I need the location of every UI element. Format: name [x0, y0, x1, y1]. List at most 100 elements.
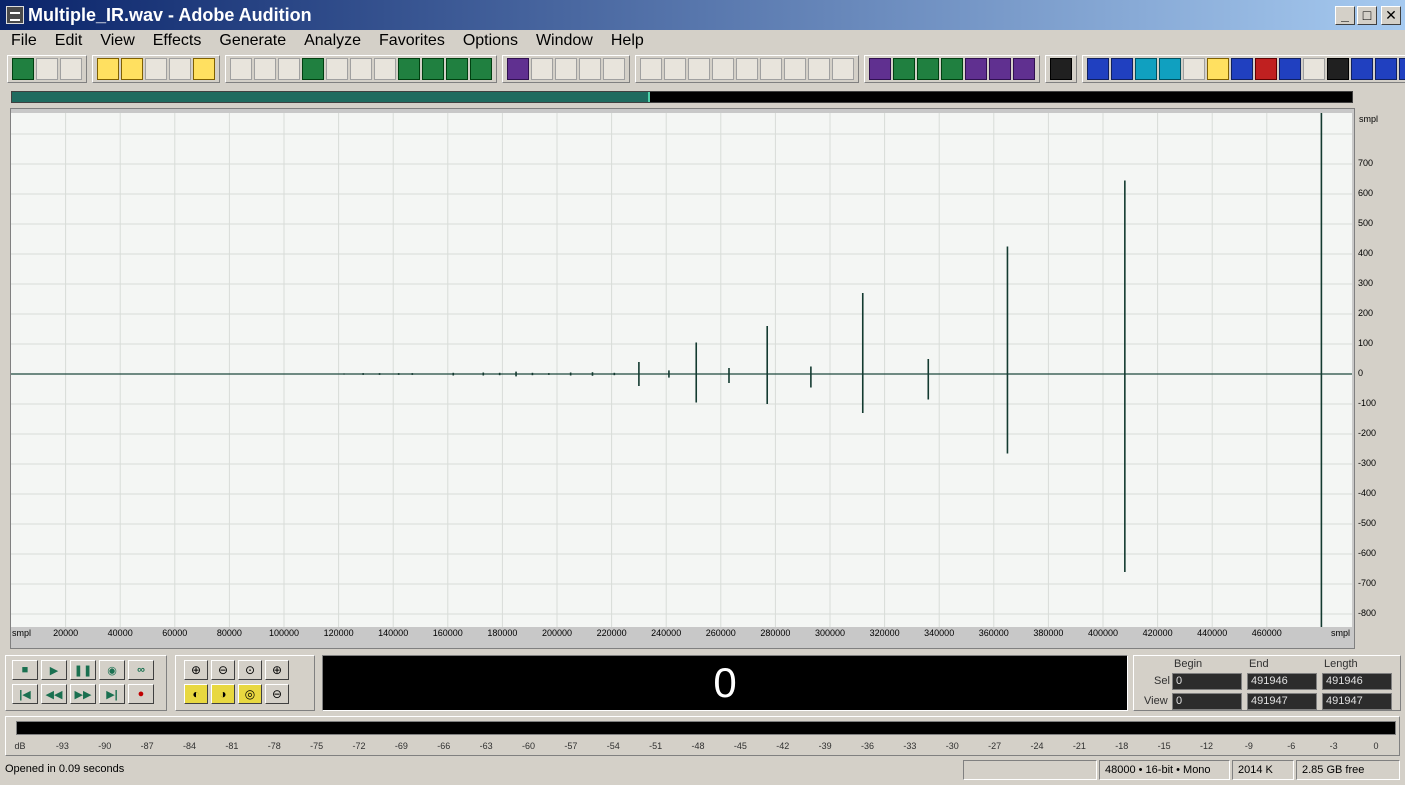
stop-icon[interactable]: ■ — [12, 660, 38, 680]
wave-plugin-icon[interactable] — [941, 58, 963, 80]
filter-icon[interactable] — [1231, 58, 1253, 80]
tool-2-icon[interactable] — [579, 58, 601, 80]
irs-plugin-icon[interactable] — [893, 58, 915, 80]
zoom-in-h-icon[interactable]: ⊕ — [184, 660, 208, 680]
time-tick-label: 120000 — [323, 628, 354, 638]
window-2-icon[interactable] — [664, 58, 686, 80]
pattern-icon[interactable] — [1183, 58, 1205, 80]
zoom-window-icon[interactable] — [736, 58, 758, 80]
loop-play-icon[interactable]: ∞ — [128, 660, 154, 680]
varp-icon[interactable] — [1159, 58, 1181, 80]
play-icon[interactable]: ▶ — [41, 660, 67, 680]
plugin-1-icon[interactable] — [869, 58, 891, 80]
record-icon[interactable]: ● — [128, 684, 154, 704]
time-tick-label: 160000 — [432, 628, 463, 638]
color-window-icon[interactable] — [808, 58, 830, 80]
close-button[interactable]: ✕ — [1381, 6, 1401, 25]
acoustics-icon[interactable] — [1050, 58, 1072, 80]
zoom-full-icon[interactable]: ⊙ — [238, 660, 262, 680]
save-icon[interactable] — [145, 58, 167, 80]
waveform-display[interactable] — [11, 113, 1352, 627]
envelope-icon[interactable] — [507, 58, 529, 80]
zoom-left-icon[interactable]: ◐ — [184, 684, 208, 704]
rewind-icon[interactable]: ◀◀ — [41, 684, 67, 704]
plugin-7-icon[interactable] — [1013, 58, 1035, 80]
loop-icon[interactable] — [470, 58, 492, 80]
trim-icon[interactable] — [446, 58, 468, 80]
zoom-out-h-icon[interactable]: ⊖ — [211, 660, 235, 680]
mls-plugin-icon[interactable] — [917, 58, 939, 80]
menu-view[interactable]: View — [91, 32, 143, 50]
view-end-field[interactable]: 491947 — [1247, 693, 1317, 710]
audition-app-icon[interactable] — [6, 6, 24, 24]
view-length-field[interactable]: 491947 — [1322, 693, 1392, 710]
fast-forward-icon[interactable]: ▶▶ — [70, 684, 96, 704]
menu-edit[interactable]: Edit — [46, 32, 92, 50]
copy-icon[interactable] — [326, 58, 348, 80]
bars-icon[interactable] — [1279, 58, 1301, 80]
time-window-icon[interactable] — [760, 58, 782, 80]
copy-new-icon[interactable] — [302, 58, 324, 80]
menu-favorites[interactable]: Favorites — [370, 32, 454, 50]
status-bar: Opened in 0.09 seconds 48000 • 16-bit • … — [0, 758, 1405, 782]
menu-generate[interactable]: Generate — [210, 32, 295, 50]
fade-icon[interactable] — [531, 58, 553, 80]
mq-icon[interactable] — [1135, 58, 1157, 80]
window-1-icon[interactable] — [640, 58, 662, 80]
zoom-in-v-icon[interactable]: ⊕ — [265, 660, 289, 680]
save-all-icon[interactable] — [193, 58, 215, 80]
spectrum-icon[interactable] — [1255, 58, 1277, 80]
multitrack-view-icon[interactable] — [12, 58, 34, 80]
repeat-icon[interactable] — [278, 58, 300, 80]
menu-window[interactable]: Window — [527, 32, 602, 50]
time-ruler[interactable]: 20000 40000 60000 80000 100000 120000 140000 16… — [11, 627, 1352, 641]
minimize-button[interactable]: _ — [1335, 6, 1355, 25]
paste-new-icon[interactable] — [398, 58, 420, 80]
plugin-6-icon[interactable] — [989, 58, 1011, 80]
chart-icon[interactable] — [1207, 58, 1229, 80]
menu-options[interactable]: Options — [454, 32, 527, 50]
save-as-icon[interactable] — [169, 58, 191, 80]
ap-icon[interactable] — [1087, 58, 1109, 80]
undo-icon[interactable] — [230, 58, 252, 80]
pause-icon[interactable]: ❚❚ — [70, 660, 96, 680]
tool-1-icon[interactable] — [555, 58, 577, 80]
edit-view-icon[interactable] — [36, 58, 58, 80]
play-window-icon[interactable] — [712, 58, 734, 80]
color-bars-icon[interactable] — [1327, 58, 1349, 80]
go-to-start-icon[interactable]: |◀ — [12, 684, 38, 704]
menu-effects[interactable]: Effects — [144, 32, 211, 50]
overview-visible-range[interactable] — [12, 92, 650, 102]
menu-file[interactable]: File — [2, 32, 46, 50]
maximize-button[interactable]: □ — [1357, 6, 1377, 25]
menu-help[interactable]: Help — [602, 32, 653, 50]
new-file-icon[interactable] — [97, 58, 119, 80]
blank-window-icon[interactable] — [832, 58, 854, 80]
zoom-out-v-icon[interactable]: ⊖ — [265, 684, 289, 704]
play-to-end-icon[interactable]: ◉ — [99, 660, 125, 680]
open-file-icon[interactable] — [121, 58, 143, 80]
grid-window-icon[interactable] — [784, 58, 806, 80]
view-begin-field[interactable]: 0 — [1172, 693, 1242, 710]
go-to-end-icon[interactable]: ▶| — [99, 684, 125, 704]
zoom-selection-icon[interactable]: ◎ — [238, 684, 262, 704]
mix-paste-icon[interactable] — [422, 58, 444, 80]
brackets-icon[interactable] — [1303, 58, 1325, 80]
sel-length-field[interactable]: 491946 — [1322, 673, 1392, 690]
plugin-5-icon[interactable] — [965, 58, 987, 80]
ap42-icon[interactable] — [1111, 58, 1133, 80]
cut-icon[interactable] — [350, 58, 372, 80]
sel-begin-field[interactable]: 0 — [1172, 673, 1242, 690]
itu-p56-icon[interactable] — [1351, 58, 1373, 80]
paste-icon[interactable] — [374, 58, 396, 80]
overview-bar[interactable] — [11, 91, 1353, 103]
tool-3-icon[interactable] — [603, 58, 625, 80]
cd-view-icon[interactable] — [60, 58, 82, 80]
menu-analyze[interactable]: Analyze — [295, 32, 370, 50]
sel-end-field[interactable]: 491946 — [1247, 673, 1317, 690]
zoom-right-icon[interactable]: ◑ — [211, 684, 235, 704]
sti-icon[interactable] — [1375, 58, 1397, 80]
redo-icon[interactable] — [254, 58, 276, 80]
window-3-icon[interactable] — [688, 58, 710, 80]
ff-icon[interactable] — [1399, 58, 1405, 80]
